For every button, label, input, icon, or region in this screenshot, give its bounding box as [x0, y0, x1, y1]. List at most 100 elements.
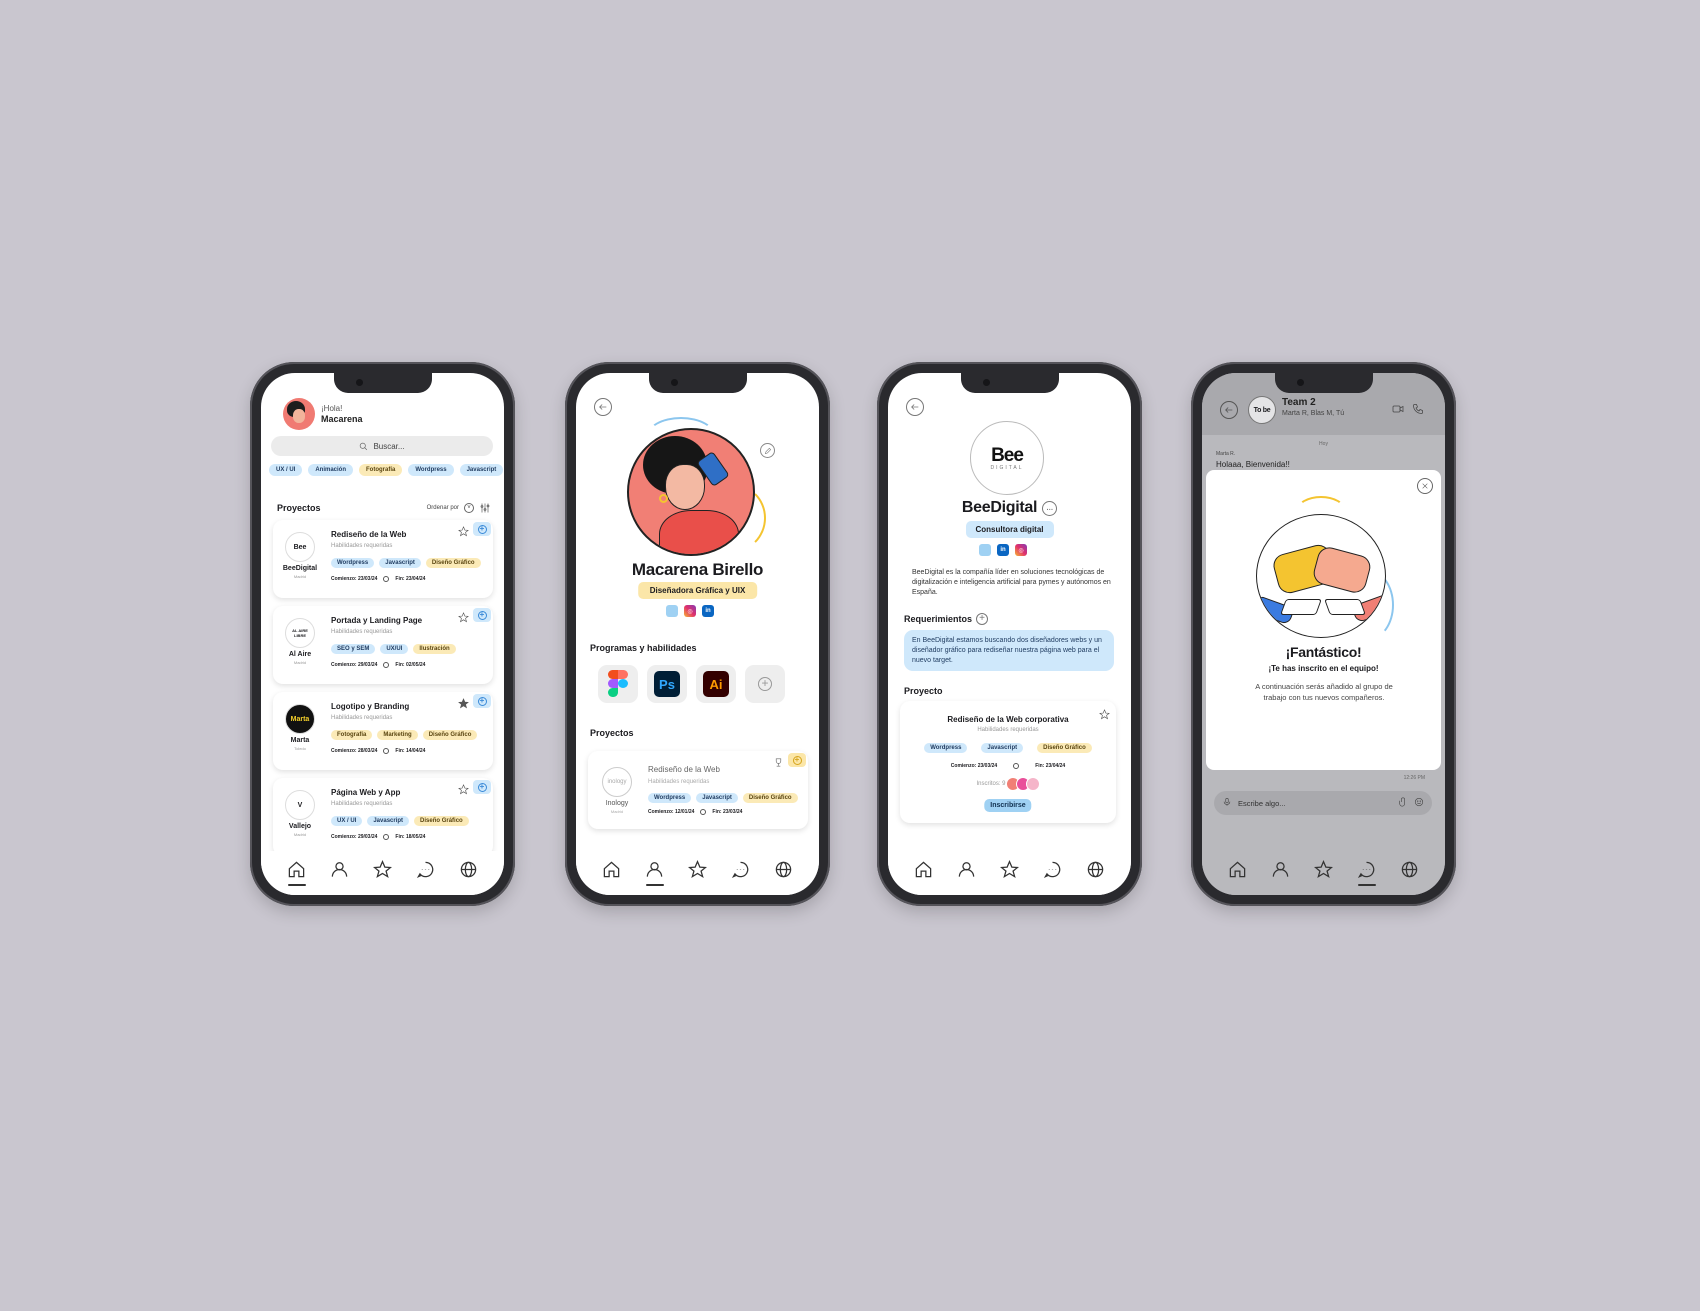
plus-icon[interactable]: +: [976, 613, 989, 625]
add-project-button[interactable]: +: [473, 608, 491, 622]
project-card[interactable]: Bee BeeDigital Madrid Rediseño de la Web Hab…: [273, 520, 493, 598]
avatar[interactable]: [283, 398, 315, 430]
figma-icon: [608, 670, 628, 698]
edit-button[interactable]: [760, 443, 775, 458]
nav-home[interactable]: [913, 858, 935, 880]
day-separator: Hoy: [1319, 441, 1328, 447]
plus-icon: +: [792, 755, 802, 765]
video-call-icon[interactable]: [1392, 402, 1404, 414]
filter-sliders-icon[interactable]: [479, 502, 491, 514]
microphone-icon[interactable]: [1222, 797, 1232, 809]
nav-chat[interactable]: [730, 858, 752, 880]
pencil-icon: [764, 447, 771, 454]
company-logo: Marta: [285, 704, 315, 734]
nav-star[interactable]: [999, 858, 1021, 880]
nav-star[interactable]: [1313, 858, 1335, 880]
nav-chat[interactable]: [1042, 858, 1064, 880]
nav-home[interactable]: [286, 858, 308, 886]
project-card[interactable]: inology Inology Madrid Rediseño de la We…: [588, 751, 808, 829]
linkedin-icon[interactable]: in: [997, 544, 1009, 556]
nav-globe[interactable]: [458, 858, 480, 880]
website-icon[interactable]: [979, 544, 991, 556]
end-date: Fin: 23/04/24: [1035, 763, 1066, 769]
phone-icon[interactable]: [1412, 402, 1424, 414]
add-project-button[interactable]: +: [788, 753, 806, 767]
nav-star[interactable]: [687, 858, 709, 880]
project-tags: Wordpress Javascript Diseño Gráfico: [900, 743, 1116, 753]
filter-chip[interactable]: Animación: [308, 464, 354, 476]
home-screen: ¡Hola! Macarena Buscar... UX / UI Animaci…: [261, 373, 504, 895]
company-name: Inology: [605, 800, 629, 807]
skill-tag: Marketing: [377, 730, 418, 740]
nav-home[interactable]: [601, 858, 623, 880]
instagram-icon[interactable]: ◎: [1015, 544, 1027, 556]
nav-home[interactable]: [1227, 858, 1249, 880]
paperclip-icon[interactable]: [1398, 797, 1408, 809]
skill-tag: Wordpress: [924, 743, 968, 753]
start-date: Comienzo: 23/03/24: [331, 576, 378, 582]
search-placeholder: Buscar...: [373, 441, 405, 451]
star-icon[interactable]: [458, 696, 469, 709]
nav-globe[interactable]: [1085, 858, 1107, 880]
instagram-icon[interactable]: ◎: [684, 605, 696, 617]
project-card[interactable]: Marta Marta Toledo Logotipo y Branding Habil…: [273, 692, 493, 770]
nav-globe[interactable]: [1399, 858, 1421, 880]
projects-header: Proyectos Ordenar por ˅: [277, 502, 491, 514]
add-project-button[interactable]: +: [473, 522, 491, 536]
sort-label[interactable]: Ordenar por: [427, 505, 459, 511]
back-button[interactable]: [1220, 401, 1238, 419]
start-date: Comienzo: 23/03/24: [950, 763, 998, 769]
project-title: Portada y Landing Page: [331, 616, 423, 625]
nav-user[interactable]: [1270, 858, 1292, 880]
filter-chip[interactable]: Javascript: [459, 464, 504, 476]
nav-chat[interactable]: [415, 858, 437, 880]
project-section-title: Proyecto: [904, 686, 943, 696]
back-button[interactable]: [594, 398, 612, 416]
nav-globe[interactable]: [773, 858, 795, 880]
project-title: Rediseño de la Web corporativa: [947, 715, 1069, 724]
chevron-down-icon[interactable]: ˅: [464, 503, 474, 513]
message-input[interactable]: Escribe algo...: [1214, 791, 1432, 815]
star-icon[interactable]: [458, 524, 469, 537]
plus-icon: +: [477, 782, 487, 792]
project-card[interactable]: AL AIRE LIBRE Al Aire Madrid Portada y Land…: [273, 606, 493, 684]
social-links: in ◎: [979, 544, 1027, 556]
nav-user[interactable]: [644, 858, 666, 886]
emoji-icon[interactable]: [1414, 797, 1424, 809]
filter-chip[interactable]: Wordpress: [408, 464, 454, 476]
company-logo: V: [285, 790, 315, 820]
nav-star[interactable]: [372, 858, 394, 880]
nav-user[interactable]: [956, 858, 978, 880]
skill-photoshop[interactable]: Ps: [647, 665, 687, 703]
notch: [333, 373, 432, 393]
nav-chat[interactable]: [1356, 858, 1378, 886]
add-skill-button[interactable]: +: [745, 665, 785, 703]
end-date: Fin: 14/04/24: [395, 748, 426, 754]
star-icon[interactable]: [458, 782, 469, 795]
profile-avatar: [627, 428, 755, 556]
add-project-button[interactable]: +: [473, 780, 491, 794]
filter-chip[interactable]: UX / UI: [269, 464, 303, 476]
trophy-icon[interactable]: [773, 755, 784, 767]
enroll-button[interactable]: Inscribirse: [984, 799, 1032, 812]
clock-icon: [383, 662, 390, 668]
skill-illustrator[interactable]: Ai: [696, 665, 736, 703]
nav-user[interactable]: [329, 858, 351, 880]
project-dates: Comienzo: 28/03/24 Fin: 14/04/24: [331, 748, 425, 754]
project-dates: Comienzo: 23/03/24 Fin: 23/04/24: [331, 576, 425, 582]
linkedin-icon[interactable]: in: [702, 605, 714, 617]
search-input[interactable]: Buscar...: [271, 436, 493, 456]
website-icon[interactable]: [666, 605, 678, 617]
filter-chip[interactable]: Fotografía: [359, 464, 403, 476]
chat-icon[interactable]: …: [1042, 500, 1058, 516]
project-card[interactable]: V Vallejo Madrid Página Web y App Habilidade…: [273, 778, 493, 856]
company-city: Madrid: [293, 832, 307, 837]
skill-figma[interactable]: [598, 665, 638, 703]
star-icon[interactable]: [458, 610, 469, 623]
close-button[interactable]: [1417, 478, 1433, 494]
back-button[interactable]: [906, 398, 924, 416]
globe-icon: [1401, 861, 1418, 877]
illustrator-icon: Ai: [703, 671, 729, 697]
project-card[interactable]: Rediseño de la Web corporativa Habilidad…: [900, 701, 1116, 823]
add-project-button[interactable]: +: [473, 694, 491, 708]
